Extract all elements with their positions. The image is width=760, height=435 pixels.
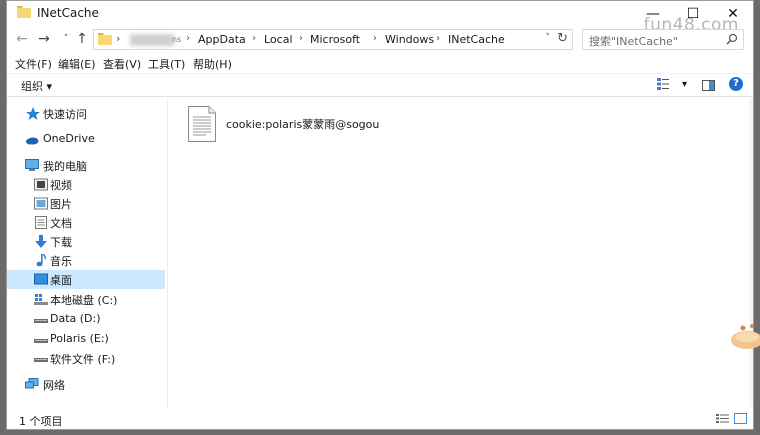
breadcrumb-separator[interactable]: › (116, 32, 120, 45)
title-bar[interactable]: INetCache fun48.com — ☐ ✕ (7, 1, 753, 35)
close-button[interactable]: ✕ (713, 1, 753, 27)
back-button[interactable]: ← (13, 30, 31, 48)
search-icon[interactable] (726, 33, 738, 45)
change-view-icon[interactable] (657, 78, 669, 90)
sidebar-item-this-pc[interactable]: 我的电脑 (7, 156, 165, 175)
breadcrumb-local[interactable]: Local (264, 33, 293, 46)
breadcrumb-separator[interactable]: › (252, 33, 256, 44)
breadcrumb-windows[interactable]: Windows (385, 33, 434, 46)
sidebar-item-music[interactable]: 音乐 (7, 251, 165, 270)
menu-file[interactable]: 文件(F) (15, 56, 52, 72)
download-arrow-icon (35, 235, 47, 248)
large-icons-view-icon[interactable] (734, 413, 747, 424)
sidebar-item-label: 桌面 (50, 274, 72, 287)
sidebar-item-downloads[interactable]: 下载 (7, 232, 165, 251)
vertical-scrollbar[interactable] (749, 98, 753, 407)
desktop-icon (34, 273, 48, 285)
drive-icon (34, 358, 48, 362)
sidebar-item-drive-f[interactable]: 软件文件 (F:) (7, 349, 165, 368)
sidebar-item-label: 本地磁盘 (C:) (50, 294, 118, 307)
address-dropdown-button[interactable]: ˅ (546, 33, 551, 43)
item-count: 1 个项目 (19, 415, 63, 428)
status-bar: 1 个项目 (7, 408, 753, 430)
redacted-path (130, 34, 174, 46)
details-view-icon[interactable] (716, 413, 729, 424)
menu-help[interactable]: 帮助(H) (193, 56, 232, 72)
computer-icon (25, 159, 39, 171)
sidebar-item-desktop[interactable]: 桌面 (7, 270, 165, 289)
window-title: INetCache (37, 6, 99, 20)
breadcrumb-microsoft[interactable]: Microsoft (310, 33, 360, 46)
breadcrumb-separator[interactable]: › (186, 33, 190, 44)
sidebar-item-pictures[interactable]: 图片 (7, 194, 165, 213)
sidebar-item-label: 图片 (50, 198, 72, 211)
network-icon (25, 378, 39, 389)
navigation-bar: ← → ˅ ↑ › ns › AppData › Local › Microso… (7, 28, 753, 52)
refresh-button[interactable]: ↻ (557, 31, 568, 46)
sidebar-item-label: 软件文件 (F:) (50, 353, 116, 366)
explorer-window: INetCache fun48.com — ☐ ✕ ← → ˅ ↑ › ns ›… (6, 0, 754, 430)
drive-icon (34, 319, 48, 323)
sidebar-item-label: 视频 (50, 179, 72, 192)
sidebar-item-videos[interactable]: 视频 (7, 175, 165, 194)
sidebar-item-label: Data (D:) (50, 312, 101, 325)
menu-bar: 文件(F) 编辑(E) 查看(V) 工具(T) 帮助(H) (7, 54, 753, 72)
partial-crumb: ns (172, 35, 182, 44)
forward-button[interactable]: → (35, 30, 53, 48)
sidebar-item-quick-access[interactable]: 快速访问 (7, 104, 165, 123)
sidebar-item-label: 文档 (50, 217, 72, 230)
preview-pane-icon[interactable] (702, 80, 715, 91)
organize-button[interactable]: 组织 ▾ (21, 78, 52, 94)
sidebar-item-label: OneDrive (43, 132, 95, 145)
breadcrumb-separator[interactable]: › (373, 33, 377, 44)
navigation-pane: 快速访问 OneDrive 我的电脑 视频 图片 文档 下载 音乐 桌面 本地磁… (7, 98, 168, 407)
sidebar-item-label: 快速访问 (43, 108, 87, 121)
minimize-button[interactable]: — (633, 1, 673, 27)
star-icon (26, 107, 40, 120)
address-bar[interactable]: › ns › AppData › Local › Microsoft › Win… (93, 29, 573, 50)
breadcrumb-separator[interactable]: › (299, 33, 303, 44)
menu-view[interactable]: 查看(V) (103, 56, 141, 72)
file-name[interactable]: cookie:polaris蒙蒙雨@sogou (226, 116, 379, 132)
video-folder-icon (34, 178, 48, 191)
folder-icon (17, 6, 31, 18)
breadcrumb-inetcache[interactable]: INetCache (448, 33, 505, 46)
help-icon[interactable]: ? (729, 77, 743, 91)
documents-folder-icon (35, 216, 47, 229)
sidebar-item-drive-d[interactable]: Data (D:) (7, 310, 165, 329)
file-list: cookie:polaris蒙蒙雨@sogou (168, 98, 752, 407)
drive-icon (34, 339, 48, 343)
folder-icon (98, 33, 112, 45)
music-note-icon (36, 254, 46, 267)
text-file-icon (188, 106, 216, 142)
cloud-icon (26, 137, 39, 145)
breadcrumb-appdata[interactable]: AppData (198, 33, 246, 46)
breadcrumb-separator[interactable]: › (436, 33, 440, 44)
floating-widget-icon[interactable] (727, 320, 760, 350)
command-toolbar: 组织 ▾ ▾ ? (7, 73, 753, 97)
up-button[interactable]: ↑ (73, 30, 91, 48)
windows-drive-icon (34, 294, 48, 305)
sidebar-item-label: 音乐 (50, 255, 72, 268)
menu-tools[interactable]: 工具(T) (148, 56, 185, 72)
search-placeholder: 搜索"INetCache" (589, 35, 678, 48)
sidebar-item-label: Polaris (E:) (50, 332, 109, 345)
sidebar-item-drive-c[interactable]: 本地磁盘 (C:) (7, 290, 165, 309)
sidebar-item-label: 下载 (50, 236, 72, 249)
sidebar-item-label: 我的电脑 (43, 160, 87, 173)
maximize-button[interactable]: ☐ (673, 1, 713, 27)
search-input[interactable]: 搜索"INetCache" (582, 29, 744, 50)
view-options-dropdown[interactable]: ▾ (682, 79, 687, 90)
sidebar-item-drive-e[interactable]: Polaris (E:) (7, 330, 165, 349)
pictures-folder-icon (34, 197, 48, 210)
sidebar-item-onedrive[interactable]: OneDrive (7, 130, 165, 149)
sidebar-item-documents[interactable]: 文档 (7, 213, 165, 232)
menu-edit[interactable]: 编辑(E) (58, 56, 96, 72)
sidebar-item-label: 网络 (43, 379, 65, 392)
sidebar-item-network[interactable]: 网络 (7, 375, 165, 394)
